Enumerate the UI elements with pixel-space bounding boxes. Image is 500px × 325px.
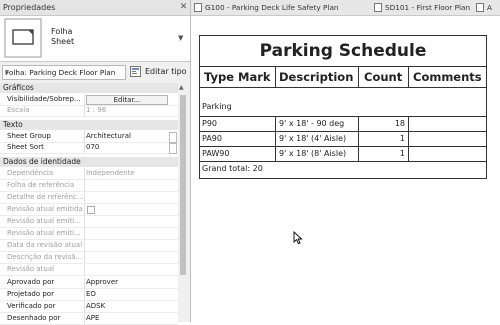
column-header-count[interactable]: Count bbox=[364, 67, 402, 87]
group-header-parking: Parking bbox=[202, 102, 232, 111]
property-key: Aprovado por bbox=[7, 278, 55, 286]
property-row: Descrição da revisã... bbox=[0, 252, 178, 264]
column-header-type-mark[interactable]: Type Mark bbox=[204, 67, 271, 87]
column-header-description[interactable]: Description bbox=[279, 67, 353, 87]
revision-issued-checkbox[interactable] bbox=[87, 206, 95, 214]
property-key: Visibilidade/Sobrep... bbox=[7, 95, 81, 103]
scrollbar-thumb[interactable] bbox=[180, 95, 186, 275]
property-key: Desenhado por bbox=[7, 314, 61, 322]
palette-title: Propriedades bbox=[3, 3, 56, 12]
parking-schedule[interactable]: Parking Schedule Type Mark Description C… bbox=[199, 35, 487, 179]
grand-total: Grand total: 20 bbox=[202, 164, 263, 173]
instance-filter-dropdown[interactable]: Folha: Parking Deck Floor Plan ▾ bbox=[2, 65, 126, 80]
tab-label: G100 - Parking Deck Life Safety Plan bbox=[205, 3, 339, 12]
chevron-down-icon[interactable]: ▼ bbox=[178, 34, 183, 42]
property-row[interactable]: Verificado por ADSK bbox=[0, 301, 178, 313]
mouse-cursor-icon bbox=[293, 231, 303, 245]
property-key: Folha de referência bbox=[7, 181, 75, 189]
cell-count[interactable]: 18 bbox=[360, 117, 405, 131]
property-row[interactable]: Projetado por EO bbox=[0, 289, 178, 301]
property-key: Escala bbox=[7, 106, 30, 114]
property-row: Dependência Independente bbox=[0, 168, 178, 180]
category-graphics[interactable]: Gráficos bbox=[0, 83, 178, 93]
sheet-icon bbox=[374, 3, 382, 12]
edit-type-icon bbox=[130, 66, 141, 77]
instance-filter-row: Folha: Parking Deck Floor Plan ▾ Editar … bbox=[0, 63, 190, 81]
cell-count[interactable]: 1 bbox=[360, 147, 405, 161]
category-identity-data[interactable]: Dados de identidade bbox=[0, 157, 178, 167]
property-row: Revisão atual emitida bbox=[0, 204, 178, 216]
tab-sd101[interactable]: SD101 - First Floor Plan bbox=[371, 0, 474, 15]
row-edit-box[interactable] bbox=[169, 143, 177, 154]
cell-type-mark[interactable]: PAW90 bbox=[202, 147, 229, 161]
property-row: Revisão atual bbox=[0, 264, 178, 276]
cell-type-mark[interactable]: PA90 bbox=[202, 132, 222, 146]
property-key: Verificado por bbox=[7, 302, 56, 310]
column-header-comments[interactable]: Comments bbox=[413, 67, 482, 87]
property-key: Sheet Sort bbox=[7, 143, 44, 151]
cell-type-mark[interactable]: P90 bbox=[202, 117, 217, 131]
palette-title-bar: Propriedades ✕ bbox=[0, 0, 190, 16]
type-selector[interactable]: Folha Sheet ▼ bbox=[0, 16, 190, 62]
property-row[interactable]: Desenhado por APE bbox=[0, 313, 178, 325]
property-row: Escala 1 : 96 bbox=[0, 105, 178, 117]
property-value: Architectural bbox=[86, 132, 131, 140]
property-grid-scrollbar[interactable]: ▲ bbox=[178, 83, 189, 322]
tab-g100[interactable]: G100 - Parking Deck Life Safety Plan bbox=[191, 0, 372, 15]
property-row[interactable]: Aprovado por Approver bbox=[0, 277, 178, 289]
property-value: 1 : 96 bbox=[86, 106, 107, 114]
property-row: Revisão atual emiti... bbox=[0, 216, 178, 228]
properties-palette: Propriedades ✕ Folha Sheet ▼ Folha: Park… bbox=[0, 0, 191, 325]
property-value: 070 bbox=[86, 143, 100, 151]
scroll-up-icon[interactable]: ▲ bbox=[179, 84, 184, 91]
tab-label: SD101 - First Floor Plan bbox=[385, 3, 471, 12]
chevron-down-icon: ▾ bbox=[5, 68, 9, 77]
property-key: Descrição da revisã... bbox=[7, 253, 83, 261]
property-row: Data da revisão atual bbox=[0, 240, 178, 252]
close-icon[interactable]: ✕ bbox=[178, 1, 189, 13]
schedule-title: Parking Schedule bbox=[200, 36, 486, 67]
property-key: Revisão atual bbox=[7, 265, 55, 273]
edit-visibility-button[interactable]: Editar... bbox=[86, 95, 168, 105]
type-family: Folha bbox=[51, 27, 73, 36]
property-key: Revisão atual emiti... bbox=[7, 217, 81, 225]
property-key: Data da revisão atual bbox=[7, 241, 83, 249]
property-row: Folha de referência bbox=[0, 180, 178, 192]
property-key: Revisão atual emitida bbox=[7, 205, 83, 213]
property-value: Approver bbox=[86, 278, 119, 286]
property-key: Revisão atual emiti... bbox=[7, 229, 81, 237]
property-row: Detalhe de referênc... bbox=[0, 192, 178, 204]
sheet-icon bbox=[194, 3, 202, 12]
property-row[interactable]: Sheet Sort 070 bbox=[0, 142, 178, 154]
cell-description[interactable]: 9' x 18' (8' Aisle) bbox=[279, 147, 346, 161]
view-tab-bar: G100 - Parking Deck Life Safety Plan SD1… bbox=[191, 0, 500, 16]
property-key: Projetado por bbox=[7, 290, 54, 298]
type-label: Sheet bbox=[51, 37, 75, 46]
sheet-icon bbox=[4, 18, 42, 58]
edit-type-label: Editar tipo bbox=[145, 67, 187, 76]
property-value: EO bbox=[86, 290, 96, 298]
property-row: Revisão atual emiti... bbox=[0, 228, 178, 240]
cell-description[interactable]: 9' x 18' (4' Aisle) bbox=[279, 132, 346, 146]
type-name: Folha Sheet bbox=[51, 27, 74, 47]
property-value: ADSK bbox=[86, 302, 106, 310]
sheet-icon bbox=[476, 3, 484, 12]
property-value: Independente bbox=[86, 169, 135, 177]
category-text[interactable]: Texto bbox=[0, 120, 178, 130]
property-key: Sheet Group bbox=[7, 132, 51, 140]
property-value: APE bbox=[86, 314, 100, 322]
tab-a[interactable]: A bbox=[473, 0, 500, 15]
property-key: Detalhe de referênc... bbox=[7, 193, 83, 201]
cell-description[interactable]: 9' x 18' - 90 deg bbox=[279, 117, 344, 131]
property-key: Dependência bbox=[7, 169, 54, 177]
tab-label: A bbox=[487, 3, 492, 12]
property-grid: Gráficos Visibilidade/Sobrep... Editar..… bbox=[0, 83, 178, 325]
cell-count[interactable]: 1 bbox=[360, 132, 405, 146]
